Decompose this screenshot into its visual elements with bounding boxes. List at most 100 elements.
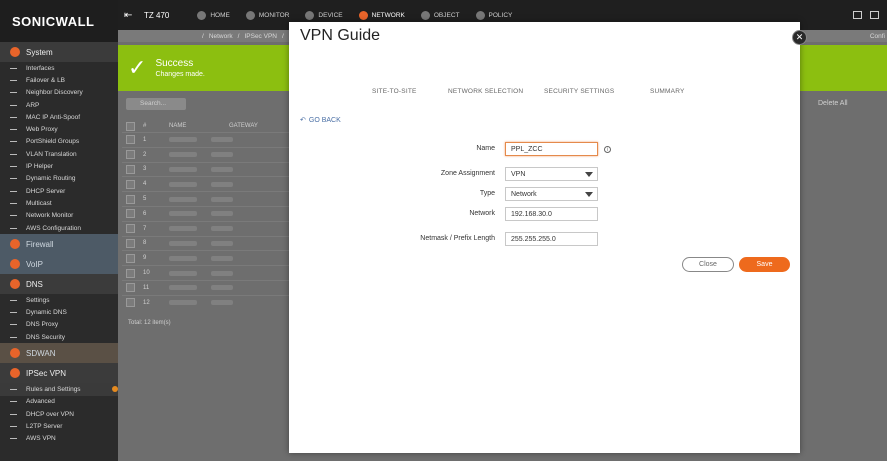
sidebar-item-dns-settings[interactable]: Settings [0,294,118,306]
netmask-label: Netmask / Prefix Length [420,235,495,242]
nav-network[interactable]: NETWORK [358,10,405,20]
info-icon[interactable]: i [604,146,611,153]
sidebar-section-ipsec-vpn[interactable]: IPSec VPN [0,363,118,384]
object-icon [420,10,430,20]
sidebar-item-failover[interactable]: Failover & LB [0,74,118,86]
sidebar-section-dns[interactable]: DNS [0,274,118,295]
table-row[interactable]: 1 [122,132,292,147]
select-all-checkbox[interactable] [126,121,135,131]
device-icon [305,10,315,20]
nav-device[interactable]: DEVICE [305,10,343,20]
table-row[interactable]: 12 [122,294,292,310]
nav-policy[interactable]: POLICY [475,10,512,20]
checkmark-icon: ✓ [128,55,147,80]
device-model: TZ 470 [144,10,170,20]
step-network-selection: NETWORK SELECTION [448,88,524,95]
configuration-mode-label[interactable]: Confi [870,33,885,40]
window-icon[interactable] [870,11,879,19]
sidebar: SONICWALL System Interfaces Failover & L… [0,0,118,461]
firewall-icon [10,239,20,250]
step-security-settings: SECURITY SETTINGS [544,88,615,95]
terminal-icon[interactable] [853,11,862,19]
sidebar-item-dns-proxy[interactable]: DNS Proxy [0,319,118,331]
table-total: Total: 12 item(s) [128,320,171,326]
sidebar-item-multicast[interactable]: Multicast [0,197,118,209]
sidebar-item-ip-helper[interactable]: IP Helper [0,160,118,172]
sidebar-item-l2tp-server[interactable]: L2TP Server [0,420,118,432]
sidebar-item-neighbor-discovery[interactable]: Neighbor Discovery [0,87,118,99]
go-back-link[interactable]: ↶ GO BACK [300,116,341,125]
nav-monitor[interactable]: MONITOR [245,10,289,20]
search-input[interactable]: Search... [126,98,186,110]
sidebar-section-label: System [26,47,53,57]
policy-icon [475,10,485,20]
zone-assignment-select[interactable]: VPN [505,167,598,181]
table-row[interactable]: 9 [122,250,292,265]
table-row[interactable]: 5 [122,191,292,206]
network-label: Network [469,210,495,217]
sidebar-item-rules-and-settings[interactable]: Rules and Settings [0,383,118,396]
wizard-steps: SITE-TO-SITE NETWORK SELECTION SECURITY … [289,88,800,100]
sidebar-item-aws-configuration[interactable]: AWS Configuration [0,222,118,234]
success-message: Changes made. [155,71,205,78]
dns-icon [10,279,20,290]
netmask-input[interactable]: 255.255.255.0 [505,232,598,246]
sidebar-item-dynamic-routing[interactable]: Dynamic Routing [0,173,118,185]
sidebar-item-dynamic-dns[interactable]: Dynamic DNS [0,306,118,318]
rules-table: # NAME GATEWAY 1 2 3 4 5 6 7 8 9 10 11 1… [122,120,292,310]
monitor-icon [245,10,255,20]
sidebar-section-sdwan[interactable]: SDWAN [0,343,118,364]
table-row[interactable]: 7 [122,220,292,236]
sidebar-item-aws-vpn[interactable]: AWS VPN [0,433,118,445]
chevron-down-icon [585,172,593,177]
network-icon [358,10,368,20]
sidebar-item-web-proxy[interactable]: Web Proxy [0,123,118,135]
type-select[interactable]: Network [505,187,598,201]
nav-home[interactable]: HOME [197,10,230,20]
ipsec-vpn-icon [10,368,20,379]
network-input[interactable]: 192.168.30.0 [505,207,598,221]
success-title: Success [155,58,194,69]
table-row[interactable]: 6 [122,205,292,221]
home-icon [197,10,207,20]
table-row[interactable]: 4 [122,176,292,191]
sidebar-item-interfaces[interactable]: Interfaces [0,62,118,74]
close-icon[interactable]: ✕ [792,30,807,45]
table-row[interactable]: 8 [122,235,292,251]
menu-icon[interactable]: ⇤ [124,10,138,21]
close-button[interactable]: Close [682,257,734,272]
sidebar-item-network-monitor[interactable]: Network Monitor [0,210,118,222]
vpn-guide-modal: VPN Guide ✕ SITE-TO-SITE NETWORK SELECTI… [289,22,807,453]
back-arrow-icon: ↶ [300,117,306,124]
sidebar-section-system[interactable]: System [0,42,118,62]
sidebar-item-mac-ip-anti-spoof[interactable]: MAC IP Anti-Spoof [0,111,118,123]
sidebar-item-dhcp-over-vpn[interactable]: DHCP over VPN [0,408,118,420]
zone-assignment-label: Zone Assignment [440,170,495,177]
table-row[interactable]: 2 [122,146,292,162]
step-summary: SUMMARY [650,88,685,95]
save-button[interactable]: Save [739,257,790,272]
sidebar-item-advanced[interactable]: Advanced [0,396,118,408]
table-row[interactable]: 3 [122,161,292,177]
sidebar-item-arp[interactable]: ARP [0,99,118,111]
sidebar-item-dns-security[interactable]: DNS Security [0,331,118,343]
system-icon [10,47,20,57]
chevron-down-icon [585,192,593,197]
sidebar-section-firewall[interactable]: Firewall [0,234,118,255]
name-input[interactable]: PPL_ZCC [505,142,598,156]
type-label: Type [479,190,495,197]
name-label: Name [476,145,495,152]
delete-all-button[interactable]: Delete All [818,100,848,107]
modal-title: VPN Guide [300,27,381,44]
table-header: # NAME GATEWAY [122,120,292,132]
table-row[interactable]: 11 [122,279,292,295]
sidebar-section-voip[interactable]: VoIP [0,254,118,275]
sidebar-item-portshield[interactable]: PortShield Groups [0,136,118,148]
topbar-right-icons [853,11,879,19]
table-row[interactable]: 10 [122,265,292,280]
sdwan-icon [10,348,20,359]
nav-object[interactable]: OBJECT [420,10,460,20]
app-root: SONICWALL System Interfaces Failover & L… [0,0,887,461]
sidebar-item-dhcp-server[interactable]: DHCP Server [0,185,118,197]
sidebar-item-vlan-translation[interactable]: VLAN Translation [0,148,118,160]
